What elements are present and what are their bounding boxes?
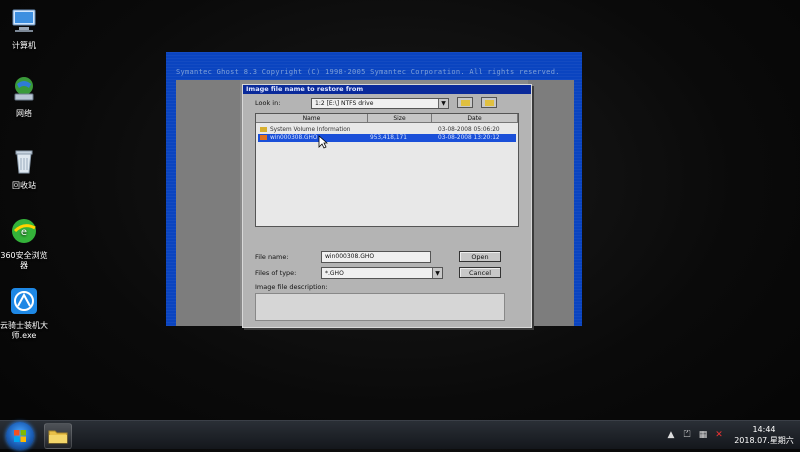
- network-status-icon[interactable]: ▦: [698, 430, 708, 440]
- row-size: 953,418,171: [370, 135, 407, 141]
- folder-up-icon: [461, 100, 470, 106]
- svg-text:e: e: [21, 227, 27, 238]
- chevron-down-icon[interactable]: ▼: [438, 99, 448, 108]
- dialog-title: Image file name to restore from: [243, 85, 531, 94]
- image-description-box: [255, 293, 505, 321]
- clock-date: 2018.07.星期六: [734, 436, 794, 445]
- taskbar-explorer-button[interactable]: [44, 423, 72, 449]
- row-name: win000308.GHO: [270, 135, 318, 141]
- desktop-icon-label: 云骑士装机大师.exe: [0, 321, 48, 340]
- clock-time: 14:44: [752, 425, 776, 434]
- files-of-type-label: Files of type:: [255, 269, 297, 277]
- windows-logo-icon: [14, 430, 26, 442]
- folder-icon: [48, 430, 68, 444]
- chevron-down-icon[interactable]: ▼: [432, 268, 442, 278]
- look-in-value: 1:2 [E:\] NTFS drive: [315, 100, 374, 107]
- look-in-label: Look in:: [255, 99, 281, 107]
- file-name-label: File name:: [255, 253, 289, 261]
- desktop-icon-label: 计算机: [12, 41, 36, 50]
- new-folder-icon: [485, 100, 494, 106]
- cancel-button[interactable]: Cancel: [459, 267, 501, 278]
- taskbar: ▲ ⏍ ▦ ✕ 14:44 2018.07.星期六: [0, 420, 800, 450]
- yunqishi-icon: [11, 288, 37, 314]
- chevron-up-icon[interactable]: ▲: [666, 430, 676, 440]
- start-button[interactable]: [6, 422, 34, 450]
- list-item-selected-file[interactable]: win000308.GHO 953,418,171 03-08-2008 13:…: [258, 134, 516, 142]
- desktop-icon-computer[interactable]: 计算机: [0, 6, 48, 51]
- network-icon: [14, 77, 34, 101]
- 360-browser-icon: e: [12, 219, 36, 243]
- row-name: System Volume Information: [270, 127, 351, 133]
- ghost-left-strip: [176, 80, 240, 326]
- usb-icon[interactable]: ⏍: [682, 430, 692, 440]
- volume-muted-icon[interactable]: ✕: [714, 430, 724, 440]
- desktop-icon-recycle-bin[interactable]: 回收站: [0, 146, 48, 191]
- list-item-folder[interactable]: System Volume Information 03-08-2008 05:…: [258, 126, 516, 134]
- folder-icon: [260, 127, 267, 132]
- recycle-bin-icon: [15, 150, 33, 174]
- files-of-type-value: *.GHO: [325, 270, 344, 277]
- clock[interactable]: 14:44 2018.07.星期六: [734, 424, 794, 446]
- file-list[interactable]: Name Size Date System Volume Information…: [255, 113, 519, 227]
- column-header-date[interactable]: Date: [432, 114, 518, 123]
- desktop-icon-label: 回收站: [12, 181, 36, 190]
- ghost-app-title: Symantec Ghost 8.3 Copyright (C) 1998-20…: [176, 68, 560, 76]
- desktop-icon-label: 网络: [16, 109, 32, 118]
- desktop-icon-label: 360安全浏览器: [0, 251, 48, 270]
- column-header-size[interactable]: Size: [368, 114, 432, 123]
- ghost-right-strip: [528, 80, 574, 326]
- files-of-type-select[interactable]: *.GHO ▼: [321, 267, 443, 279]
- row-date: 03-08-2008 05:06:20: [438, 127, 500, 133]
- mouse-cursor-icon: [318, 135, 328, 149]
- file-name-input[interactable]: win000308.GHO: [321, 251, 431, 263]
- desktop-icon-network[interactable]: 网络: [0, 74, 48, 119]
- row-date: 03-08-2008 13:20:12: [438, 135, 500, 141]
- desktop-icon-360-browser[interactable]: e 360安全浏览器: [0, 216, 48, 271]
- ghost-image-file-icon: [260, 135, 267, 140]
- up-folder-button[interactable]: [457, 97, 473, 108]
- restore-image-dialog: Image file name to restore from Look in:…: [242, 84, 532, 328]
- desktop-icon-yunqishi[interactable]: 云骑士装机大师.exe: [0, 286, 48, 341]
- system-tray: ▲ ⏍ ▦ ✕ 14:44 2018.07.星期六: [660, 421, 800, 449]
- image-description-label: Image file description:: [255, 283, 328, 291]
- look-in-select[interactable]: 1:2 [E:\] NTFS drive ▼: [311, 98, 449, 109]
- new-folder-button[interactable]: [481, 97, 497, 108]
- computer-icon: [12, 9, 36, 32]
- open-button[interactable]: Open: [459, 251, 501, 262]
- column-header-name[interactable]: Name: [256, 114, 368, 123]
